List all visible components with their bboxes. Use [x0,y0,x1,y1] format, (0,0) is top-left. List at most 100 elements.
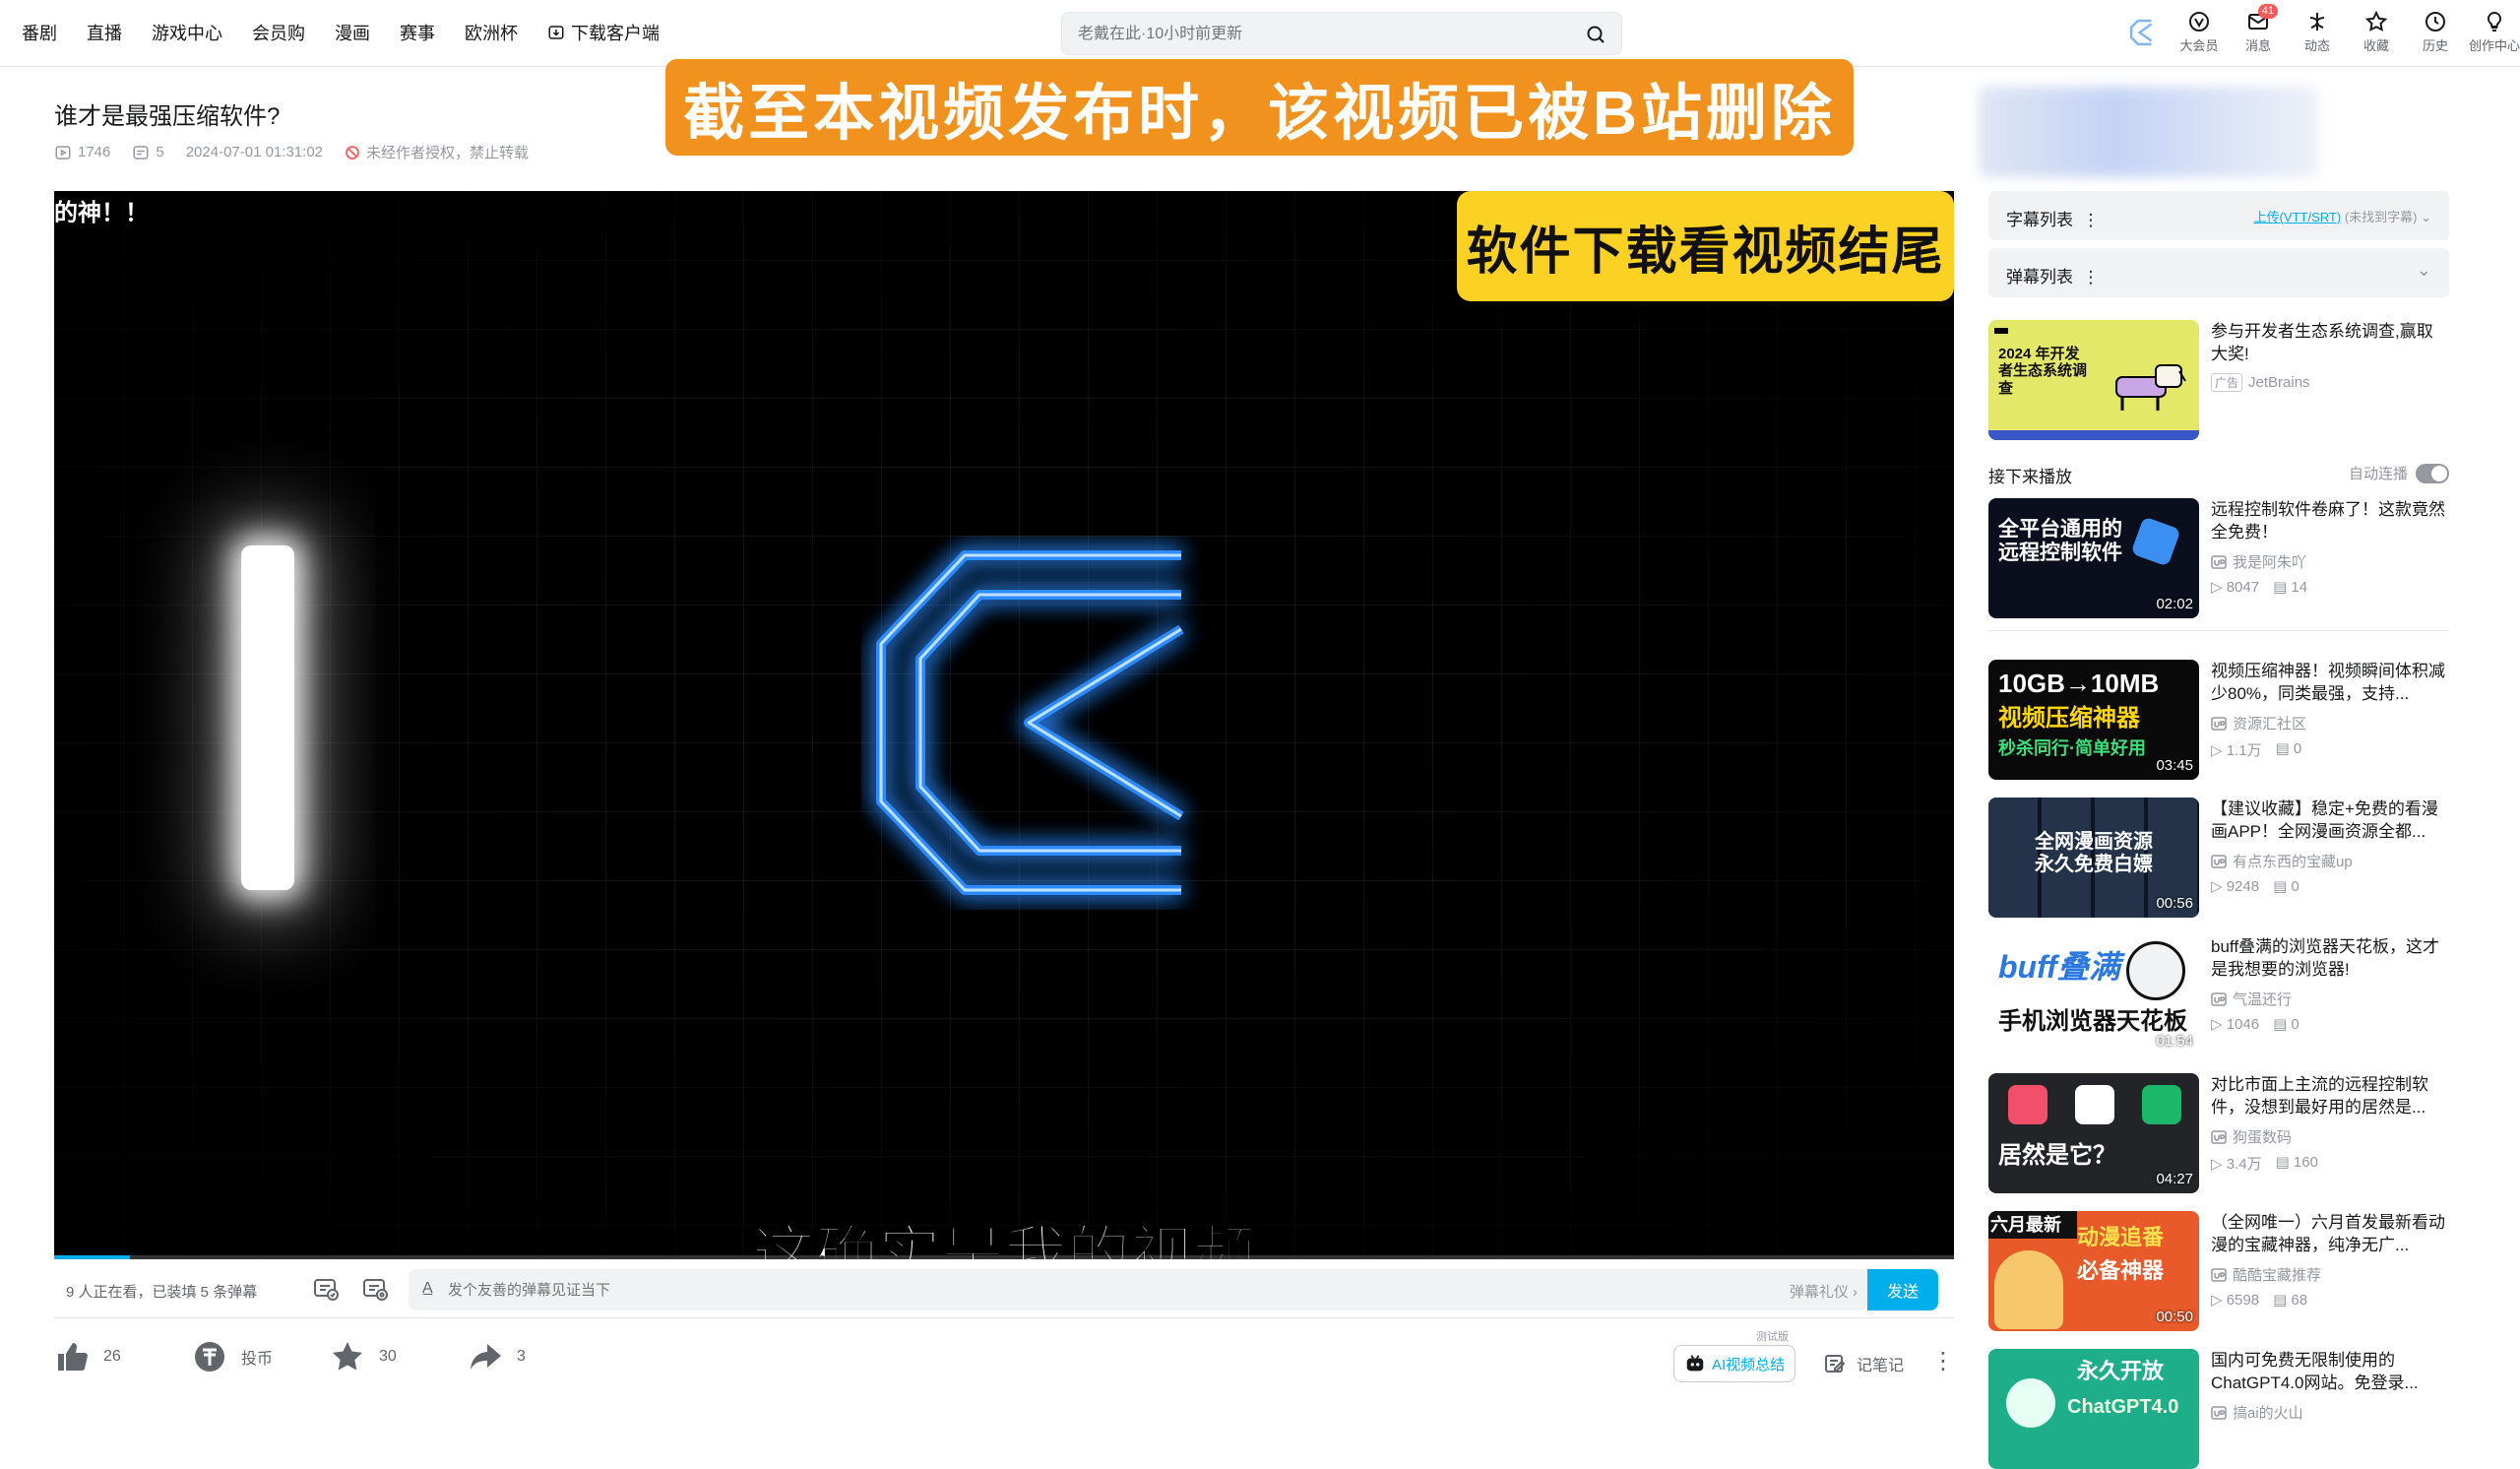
recommended-video-card[interactable]: buff叠满 手机浏览器天花板 01:54 buff叠满的浏览器天花板，这才是我想要的… [1988,935,2449,1055]
video-card-uploader[interactable]: 狗蛋数码 [2211,1126,2447,1147]
subtitle-list-panel[interactable]: 字幕列表 ⋮ 上传(VTT/SRT) (未找到字幕) ⌄ [1988,191,2449,240]
video-thumbnail[interactable]: buff叠满 手机浏览器天花板 01:54 [1988,935,2199,1055]
video-thumbnail[interactable]: 10GB→10MB 视频压缩神器 秒杀同行·简单好用 03:45 [1988,660,2199,780]
uploader-name: 搞ai的火山 [2233,1405,2303,1422]
ad-thumb-text: 2024 年开发者生态系统调查 [1998,346,2088,397]
video-card-uploader[interactable]: 有点东西的宝藏up [2211,851,2447,871]
subtitle-upload[interactable]: 上传(VTT/SRT) (未找到字幕) ⌄ [2254,207,2431,225]
danmaku-list-title: 弹幕列表 ⋮ [2006,268,2100,287]
nav-left: 番剧 直播 游戏中心 会员购 漫画 赛事 欧洲杯 下载客户端 [22,20,660,45]
nav-creator-center[interactable]: 创作中心 [2469,10,2520,54]
danmaku-settings-icon[interactable] [361,1275,389,1303]
video-duration: 02:02 [2156,596,2193,612]
ad-title[interactable]: 参与开发者生态系统调查,赢取大奖! [2211,320,2447,365]
card-danmaku-count: ▤ 0 [2275,740,2302,757]
forbidden-icon [346,145,359,160]
video-card-title[interactable]: buff叠满的浏览器天花板，这才是我想要的浏览器! [2211,935,2447,981]
video-card-title[interactable]: 视频压缩神器！视频瞬间体积减少80%，同类最强，支持... [2211,660,2447,705]
nav-right: 大会员 41 消息 动态 收藏 历史 创作中心 [2126,4,2520,54]
video-card-title[interactable]: 远程控制软件卷麻了！这款竟然全免费！ [2211,498,2447,543]
danmaku-etiquette-link[interactable]: 弹幕礼仪 › [1790,1281,1858,1302]
video-meta: 1746 5 2024-07-01 01:31:02 未经作者授权，禁止转载 [54,142,529,162]
autoplay-toggle[interactable] [2416,463,2449,483]
send-danmaku-button[interactable]: 发送 [1867,1269,1938,1310]
nav-item-mall[interactable]: 会员购 [252,20,305,45]
video-card-uploader[interactable]: 酷酷宝藏推荐 [2211,1264,2447,1285]
video-thumbnail[interactable]: 居然是它？ 04:27 [1988,1073,2199,1193]
danmaku-style-icon[interactable]: A̲ [422,1280,433,1298]
download-icon [548,26,564,39]
recommended-video-card[interactable]: 六月最新 动漫追番 必备神器 00:50 （全网唯一）六月首发最新看动漫的宝藏神器，纯净… [1988,1211,2449,1331]
coin-icon [195,1342,224,1372]
nav-item-game-center[interactable]: 游戏中心 [152,20,222,45]
video-card-title[interactable]: （全网唯一）六月首发最新看动漫的宝藏神器，纯净无广... [2211,1211,2447,1256]
search-input[interactable] [1078,23,1550,46]
card-danmaku-count: ▤ 68 [2273,1292,2308,1309]
nav-item-live[interactable]: 直播 [87,20,122,45]
share-button[interactable]: 3 [468,1339,605,1374]
recommended-video-card[interactable]: 全平台通用的 远程控制软件 02:02 远程控制软件卷麻了！这款竟然全免费！ 我是阿朱吖… [1988,498,2449,618]
nav-history-label: 历史 [2422,38,2448,53]
recommended-video-card[interactable]: 永久开放 ChatGPT4.0 国内可免费无限制使用的ChatGPT4.0网站。免登… [1988,1349,2449,1469]
chevron-down-icon[interactable]: ⌄ [2417,260,2431,281]
download-hint-badge: 软件下载看视频结尾 [1457,191,1954,301]
nav-item-euro-cup[interactable]: 欧洲杯 [465,20,518,45]
viewer-status: 9 人正在看，已装填 5 条弹幕 [66,1284,258,1301]
video-card-stats: ▷ 3.4万 ▤ 160 [2211,1153,2447,1174]
video-thumbnail[interactable]: 全平台通用的 远程控制软件 02:02 [1988,498,2199,618]
nav-creator-label: 创作中心 [2469,38,2520,53]
video-card-uploader[interactable]: 资源汇社区 [2211,713,2447,734]
video-info: 远程控制软件卷麻了！这款竟然全免费！ 我是阿朱吖 ▷ 8047 ▤ 14 [2211,498,2447,596]
recommended-video-card[interactable]: 居然是它？ 04:27 对比市面上主流的远程控制软件，没想到最好用的居然是... 狗蛋… [1988,1073,2449,1193]
search-icon[interactable] [1584,23,1607,46]
favorite-button[interactable]: 30 [330,1339,468,1374]
nav-favorites[interactable]: 收藏 [2357,10,2396,54]
more-options-icon[interactable]: ⋮ [1931,1347,1955,1375]
nav-messages[interactable]: 41 消息 [2238,4,2278,54]
download-client-link[interactable]: 下载客户端 [547,20,660,45]
card-divider [1988,630,2449,631]
danmaku-list-panel[interactable]: 弹幕列表 ⋮ ⌄ [1988,248,2449,297]
nav-dynamic[interactable]: 动态 [2298,10,2337,54]
danmaku-bar: 9 人正在看，已装填 5 条弹幕 A̲ 弹幕礼仪 › 发送 [54,1259,1954,1318]
ai-summary-button[interactable]: 测试版 AI视频总结 [1673,1331,1796,1382]
like-button[interactable]: 26 [54,1339,192,1374]
nav-vip[interactable]: 大会员 [2179,10,2219,54]
autoplay-control[interactable]: 自动连播 [2349,463,2449,483]
video-card-uploader[interactable]: 搞ai的火山 [2211,1402,2447,1423]
recommended-video-card[interactable]: 全网漫画资源 永久免费白嫖 00:56 【建议收藏】稳定+免费的看漫画APP！全网漫画… [1988,798,2449,918]
share-arrow-icon [471,1344,501,1370]
rights-notice-text: 未经作者授权，禁止转载 [366,145,530,161]
video-thumbnail[interactable]: 六月最新 动漫追番 必备神器 00:50 [1988,1211,2199,1331]
card-view-count: ▷ 6598 [2211,1292,2260,1309]
video-card-title[interactable]: 【建议收藏】稳定+免费的看漫画APP！全网漫画资源全都... [2211,798,2447,843]
video-thumbnail[interactable]: 永久开放 ChatGPT4.0 [1988,1349,2199,1469]
dog-illustration-icon [2115,364,2186,411]
video-card-uploader[interactable]: 我是阿朱吖 [2211,551,2447,572]
uploader-name: 有点东西的宝藏up [2233,854,2353,870]
video-info: 【建议收藏】稳定+免费的看漫画APP！全网漫画资源全都... 有点东西的宝藏up ▷… [2211,798,2447,895]
notes-button[interactable]: 记笔记 [1823,1352,1904,1375]
video-info: buff叠满的浏览器天花板，这才是我想要的浏览器! 气温还行 ▷ 1046 ▤ 0 [2211,935,2447,1033]
subtitle-upload-link[interactable]: 上传(VTT/SRT) [2254,210,2342,224]
video-card-uploader[interactable]: 气温还行 [2211,989,2447,1009]
nav-item-match[interactable]: 赛事 [400,20,435,45]
danmaku-count-icon [133,145,149,160]
danmaku-toggle-icon[interactable] [312,1275,340,1303]
uploader-name: 资源汇社区 [2233,716,2307,733]
coin-label: 投币 [241,1351,274,1368]
view-count-value: 1746 [78,144,111,160]
video-player[interactable]: 的神！！ 软件下载看视频结尾 这确实是我的视频 [54,191,1954,1259]
robot-icon [1686,1355,1704,1372]
nav-history[interactable]: 历史 [2416,10,2455,54]
ad-card[interactable]: 2024 年开发者生态系统调查 参与开发者生态系统调查,赢取大奖! 广告 Jet… [1988,320,2449,440]
nav-item-manga[interactable]: 漫画 [335,20,370,45]
danmaku-count: 5 [132,144,164,161]
nav-item-bangumi[interactable]: 番剧 [22,20,57,45]
video-card-title[interactable]: 国内可免费无限制使用的ChatGPT4.0网站。免登录... [2211,1349,2447,1394]
video-thumbnail[interactable]: 全网漫画资源 永久免费白嫖 00:56 [1988,798,2199,918]
recommended-video-card[interactable]: 10GB→10MB 视频压缩神器 秒杀同行·简单好用 03:45 视频压缩神器！视频瞬间… [1988,660,2449,780]
danmaku-input[interactable] [448,1278,1531,1302]
video-card-title[interactable]: 对比市面上主流的远程控制软件，没想到最好用的居然是... [2211,1073,2447,1118]
coin-button[interactable]: 投币 [192,1339,330,1374]
